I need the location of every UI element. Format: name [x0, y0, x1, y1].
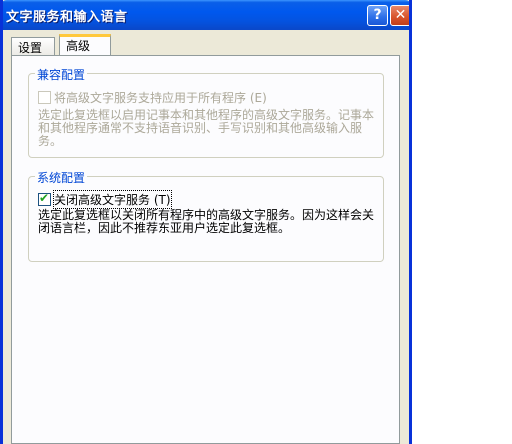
title-bar[interactable]: 文字服务和输入语言 ? ✕	[3, 0, 409, 30]
dialog-window: 文字服务和输入语言 ? ✕ 设置 高级 兼容配置 将高级文字服务支持应用于所有程…	[0, 0, 412, 444]
close-button[interactable]: ✕	[390, 5, 409, 26]
turn-off-text-services-label[interactable]: 关闭高级文字服务 (T)	[53, 190, 172, 209]
window-title: 文字服务和输入语言	[6, 10, 128, 25]
turn-off-text-services-checkbox[interactable]: ✔	[38, 191, 51, 206]
compat-description: 选定此复选框以启用记事本和其他程序的高级文字服务。记事本和其他程序通常不支持语音…	[38, 108, 375, 148]
turn-off-text-services-checkbox-row[interactable]: ✔ 关闭高级文字服务 (T)	[38, 190, 172, 209]
apply-all-programs-checkbox	[38, 91, 51, 104]
checkmark-icon: ✔	[39, 191, 50, 205]
tab-panel-advanced: 兼容配置 将高级文字服务支持应用于所有程序 (E) 选定此复选框以启用记事本和其…	[11, 55, 400, 444]
help-button[interactable]: ?	[367, 5, 388, 26]
system-description: 选定此复选框以关闭所有程序中的高级文字服务。因为这样会关闭语言栏，因此不推荐东亚…	[38, 208, 375, 235]
apply-all-programs-checkbox-row: 将高级文字服务支持应用于所有程序 (E)	[38, 89, 267, 106]
tab-settings[interactable]: 设置	[11, 37, 55, 55]
tab-advanced[interactable]: 高级	[59, 34, 111, 56]
system-config-title: 系统配置	[35, 169, 88, 186]
compat-config-group: 兼容配置 将高级文字服务支持应用于所有程序 (E) 选定此复选框以启用记事本和其…	[28, 66, 384, 158]
apply-all-programs-label: 将高级文字服务支持应用于所有程序 (E)	[54, 91, 267, 105]
system-config-group: 系统配置 ✔ 关闭高级文字服务 (T) 选定此复选框以关闭所有程序中的高级文字服…	[28, 169, 384, 262]
compat-config-title: 兼容配置	[35, 66, 88, 83]
